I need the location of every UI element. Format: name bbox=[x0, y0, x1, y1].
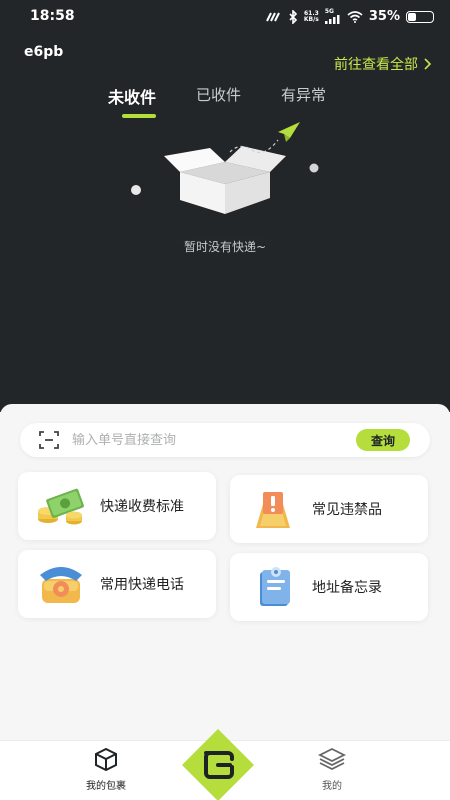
card-label: 常见违禁品 bbox=[312, 502, 382, 518]
nav-label: 我的包裹 bbox=[86, 781, 126, 792]
memo-book-icon bbox=[260, 567, 290, 606]
net-speed: 61.3 KB/s bbox=[303, 9, 319, 23]
signal-icon bbox=[324, 15, 340, 24]
view-all-link[interactable]: 前往查看全部 bbox=[334, 54, 432, 74]
header-panel: 18:58 61.3 KB/s 5G 35% e6pb 前往查看全部 未收件 已… bbox=[0, 0, 450, 412]
bluetooth-icon bbox=[289, 9, 298, 24]
empty-box-illustration bbox=[115, 122, 335, 242]
nav-label: 我的 bbox=[322, 781, 342, 792]
search-bar: 查询 bbox=[20, 423, 430, 457]
battery-text: 35% bbox=[368, 9, 400, 24]
tab-abnormal[interactable]: 有异常 bbox=[281, 84, 326, 108]
telephone-icon bbox=[40, 567, 82, 603]
signal-5g: 5G bbox=[324, 9, 341, 24]
tab-not-received[interactable]: 未收件 bbox=[108, 84, 156, 108]
nav-my-packages[interactable]: 我的包裹 bbox=[66, 747, 146, 792]
status-time: 18:58 bbox=[30, 8, 75, 24]
card-address-memo[interactable]: 地址备忘录 bbox=[230, 553, 428, 621]
money-stack-icon bbox=[38, 488, 84, 525]
card-courier-phones[interactable]: 常用快递电话 bbox=[18, 550, 216, 618]
status-icons: 61.3 KB/s 5G 35% bbox=[265, 9, 434, 24]
card-label: 常用快递电话 bbox=[100, 577, 184, 593]
nav-me[interactable]: 我的 bbox=[292, 747, 372, 792]
wifi-icon bbox=[347, 10, 363, 23]
package-box-icon bbox=[95, 747, 117, 772]
tracking-number-input[interactable] bbox=[72, 432, 356, 448]
user-id: e6pb bbox=[24, 44, 64, 60]
warning-sign-icon bbox=[256, 492, 290, 528]
scan-center-button[interactable] bbox=[180, 727, 256, 800]
tab-received[interactable]: 已收件 bbox=[196, 84, 241, 108]
chevron-right-icon bbox=[424, 58, 432, 70]
empty-state-message: 暂时没有快递~ bbox=[183, 240, 267, 254]
battery-icon bbox=[406, 10, 434, 23]
card-label: 快递收费标准 bbox=[100, 499, 184, 515]
package-tabs: 未收件 已收件 有异常 bbox=[108, 84, 366, 108]
card-shipping-fees[interactable]: 快递收费标准 bbox=[18, 472, 216, 540]
card-prohibited-items[interactable]: 常见违禁品 bbox=[230, 475, 428, 543]
layers-icon bbox=[317, 747, 347, 771]
query-button[interactable]: 查询 bbox=[356, 429, 410, 451]
card-label: 地址备忘录 bbox=[312, 580, 382, 596]
scan-icon[interactable] bbox=[38, 429, 60, 451]
nfc-icon bbox=[265, 12, 280, 21]
status-bar: 18:58 61.3 KB/s 5G 35% bbox=[0, 0, 450, 36]
